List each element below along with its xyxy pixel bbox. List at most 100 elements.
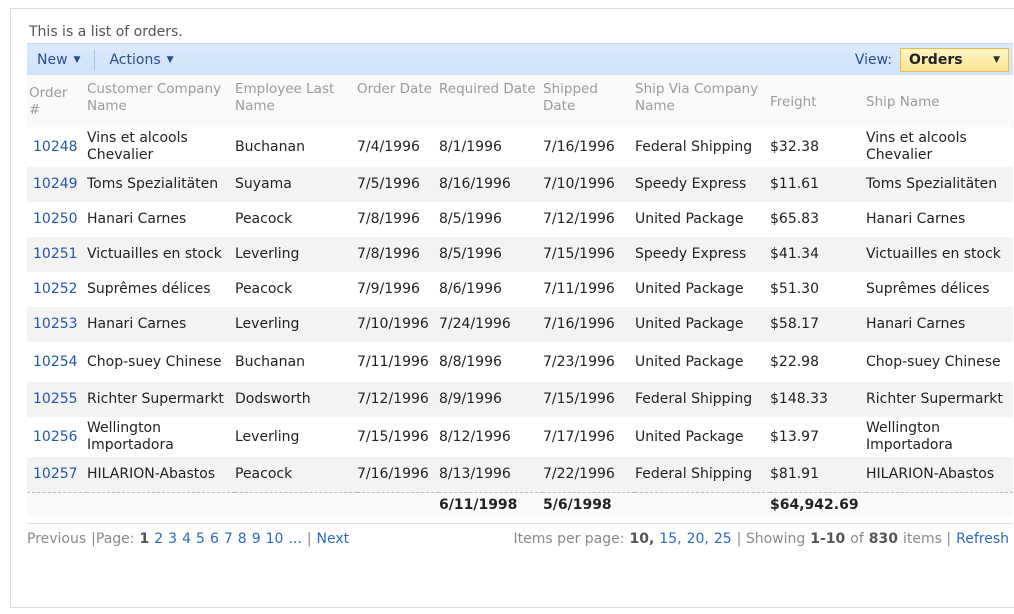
page-link-7[interactable]: 7 <box>224 531 233 547</box>
column-header-ship-name[interactable]: Ship Name <box>866 75 1013 127</box>
order-link[interactable]: 10255 <box>27 391 78 407</box>
page-link-2[interactable]: 2 <box>154 531 163 547</box>
order-link[interactable]: 10257 <box>27 466 78 482</box>
column-header-employee[interactable]: Employee Last Name <box>235 75 357 127</box>
ship-name-cell: Chop-suey Chinese <box>866 353 1001 370</box>
order-link[interactable]: 10254 <box>27 354 78 370</box>
order-date-cell: 7/16/1996 <box>357 457 439 493</box>
next-link[interactable]: Next <box>317 531 350 547</box>
order-link[interactable]: 10249 <box>27 176 78 192</box>
column-header-freight[interactable]: Freight <box>770 75 866 127</box>
required-date-cell: 8/13/1996 <box>439 457 543 493</box>
total-items: 830 <box>868 531 899 547</box>
order-date-cell: 7/15/1996 <box>357 428 429 445</box>
customer-cell: Richter Supermarkt <box>87 382 235 417</box>
page-link-8[interactable]: 8 <box>238 531 247 547</box>
items-label: items | <box>903 531 952 547</box>
employee-cell: Peacock <box>235 281 293 297</box>
total-required-date: 6/11/1998 <box>439 492 543 517</box>
ship-name-cell: Wellington Importadora <box>866 420 953 453</box>
items-per-page-15[interactable]: 15, <box>659 531 681 547</box>
order-link[interactable]: 10248 <box>27 139 78 155</box>
pager: Previous |Page: 1 2 3 4 5 6 7 8 9 10 ...… <box>27 523 1013 554</box>
column-header-customer[interactable]: Customer Company Name <box>87 75 235 127</box>
customer-cell: Hanari Carnes <box>87 211 187 227</box>
employee-cell: Peacock <box>235 211 293 227</box>
freight-cell: $13.97 <box>770 428 819 445</box>
shipped-date-cell: 7/17/1996 <box>543 428 615 445</box>
order-date-cell: 7/8/1996 <box>357 237 439 272</box>
page-link-5[interactable]: 5 <box>196 531 205 547</box>
page-link-9[interactable]: 9 <box>252 531 261 547</box>
order-link[interactable]: 10253 <box>27 316 78 332</box>
new-menu-label: New <box>37 51 68 68</box>
order-date-cell: 7/5/1996 <box>357 167 439 202</box>
toolbar-separator <box>94 49 96 70</box>
actions-menu-button[interactable]: Actions ▼ <box>99 44 183 75</box>
more-pages-link[interactable]: ... <box>288 531 301 547</box>
column-header-required-date[interactable]: Required Date <box>439 75 543 127</box>
ship-via-cell: United Package <box>635 281 744 297</box>
shipped-date-cell: 7/12/1996 <box>543 211 615 227</box>
required-date-cell: 8/5/1996 <box>439 211 502 227</box>
ship-name-cell: HILARION-Abastos <box>866 457 1013 493</box>
showing-range: 1-10 <box>810 531 846 547</box>
table-row: 10256 Wellington Importadora Leverling 7… <box>27 417 1013 457</box>
chevron-down-icon: ▼ <box>993 55 1000 65</box>
shipped-date-cell: 7/23/1996 <box>543 353 615 370</box>
ship-via-cell: Federal Shipping <box>635 382 770 417</box>
ship-via-cell: United Package <box>635 428 744 445</box>
shipped-date-cell: 7/16/1996 <box>543 138 615 155</box>
ship-name-cell: Suprêmes délices <box>866 281 990 297</box>
ship-via-cell: United Package <box>635 353 744 370</box>
customer-cell: HILARION-Abastos <box>87 457 235 493</box>
order-link[interactable]: 10250 <box>27 211 78 227</box>
freight-cell: $22.98 <box>770 353 819 370</box>
freight-cell: $58.17 <box>770 307 866 342</box>
page-link-4[interactable]: 4 <box>182 531 191 547</box>
refresh-link[interactable]: Refresh <box>956 531 1009 547</box>
shipped-date-cell: 7/11/1996 <box>543 281 615 297</box>
customer-cell: Hanari Carnes <box>87 307 235 342</box>
ship-name-cell: Vins et alcools Chevalier <box>866 130 967 163</box>
table-row: 10252 Suprêmes délices Peacock 7/9/1996 … <box>27 272 1013 307</box>
page-link-3[interactable]: 3 <box>168 531 177 547</box>
items-per-page-20[interactable]: 20, <box>687 531 709 547</box>
employee-cell: Suyama <box>235 167 357 202</box>
showing-prefix: | Showing <box>736 531 806 547</box>
freight-cell: $81.91 <box>770 457 866 493</box>
shipped-date-cell: 7/16/1996 <box>543 307 635 342</box>
current-page: 1 <box>139 531 150 547</box>
employee-cell: Buchanan <box>235 353 305 370</box>
column-header-ship-via[interactable]: Ship Via Company Name <box>635 75 770 127</box>
ship-name-cell: Hanari Carnes <box>866 211 966 227</box>
items-per-page-label: Items per page: <box>513 531 625 547</box>
items-per-page-25[interactable]: 25 <box>714 531 732 547</box>
column-header-shipped-date[interactable]: Shipped Date <box>543 75 635 127</box>
required-date-cell: 7/24/1996 <box>439 307 543 342</box>
page-link-10[interactable]: 10 <box>266 531 284 547</box>
view-select[interactable]: Orders ▼ <box>900 48 1009 72</box>
order-date-cell: 7/8/1996 <box>357 211 420 227</box>
employee-cell: Buchanan <box>235 138 305 155</box>
employee-cell: Dodsworth <box>235 382 357 417</box>
column-header-order[interactable]: Order # <box>27 75 87 127</box>
required-date-cell: 8/5/1996 <box>439 237 543 272</box>
pager-right: Items per page: 10, 15, 20, 25 | Showing… <box>513 531 1009 547</box>
total-freight: $64,942.69 <box>770 492 866 517</box>
order-date-cell: 7/11/1996 <box>357 353 429 370</box>
shipped-date-cell: 7/22/1996 <box>543 457 635 493</box>
table-row: 10249 Toms Spezialitäten Suyama 7/5/1996… <box>27 167 1013 202</box>
order-link[interactable]: 10251 <box>27 246 78 262</box>
column-header-order-date[interactable]: Order Date <box>357 75 439 127</box>
previous-link[interactable]: Previous <box>27 531 86 547</box>
new-menu-button[interactable]: New ▼ <box>27 44 90 75</box>
employee-cell: Leverling <box>235 237 357 272</box>
view-selector-area: View: Orders ▼ <box>855 47 1013 73</box>
order-link[interactable]: 10256 <box>27 429 78 445</box>
customer-cell: Chop-suey Chinese <box>87 353 222 370</box>
required-date-cell: 8/9/1996 <box>439 382 543 417</box>
shipped-date-cell: 7/10/1996 <box>543 167 635 202</box>
order-link[interactable]: 10252 <box>27 281 78 297</box>
page-link-6[interactable]: 6 <box>210 531 219 547</box>
